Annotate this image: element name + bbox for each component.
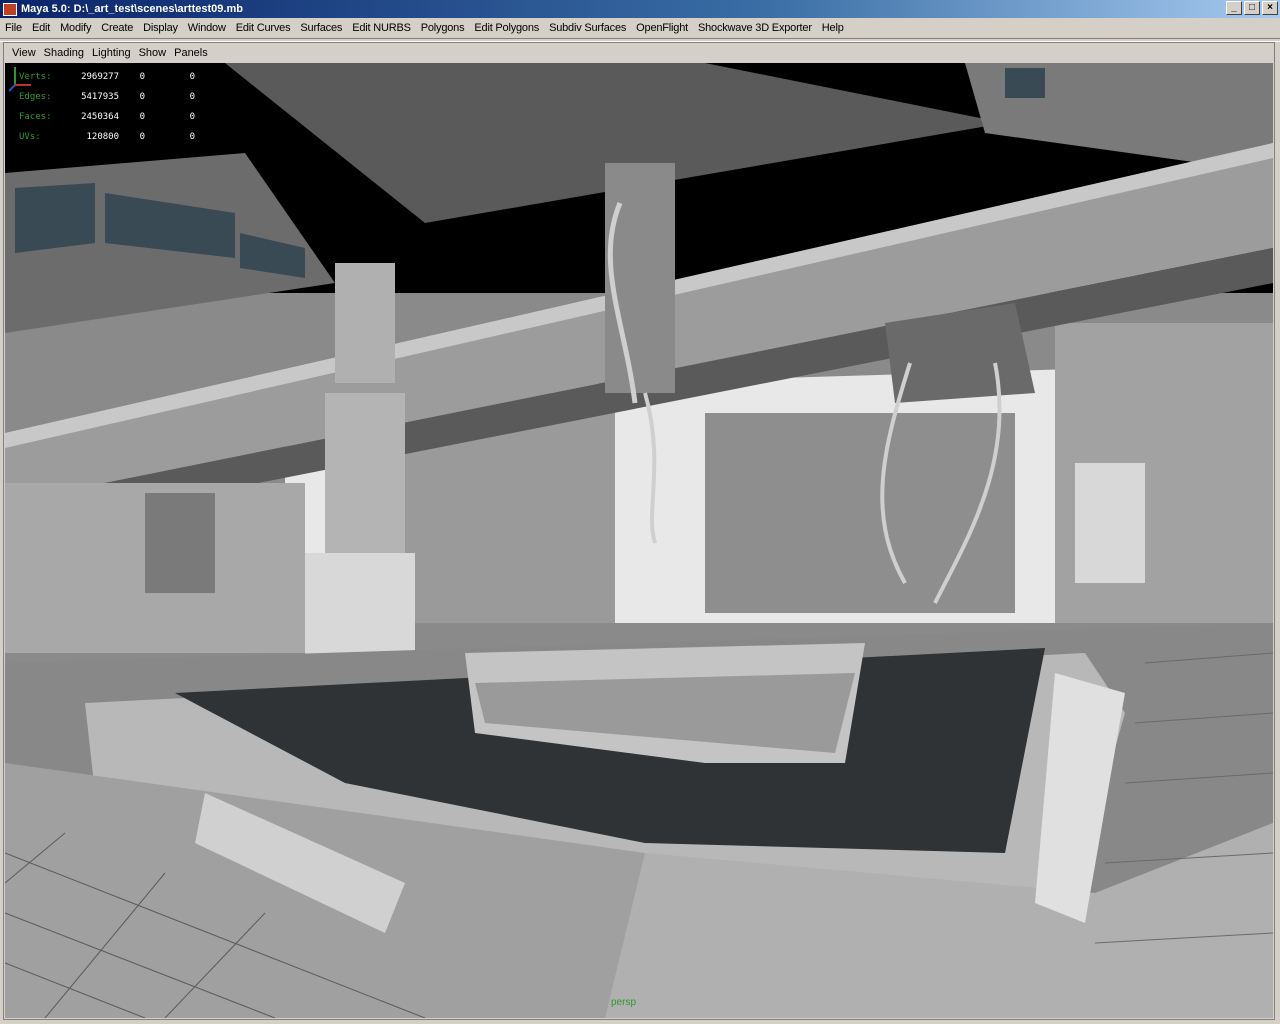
hud-uvs-other: 0 [189, 132, 195, 142]
main-menu-bar: File Edit Modify Create Display Window E… [0, 18, 1280, 38]
hud-edges-selected: 0 [139, 92, 145, 102]
panel-menu-view[interactable]: View [8, 47, 40, 59]
hud-edges-label: Edges: [19, 92, 52, 102]
hud-verts-selected: 0 [139, 72, 145, 82]
hud-uvs-label: UVs: [19, 132, 41, 142]
menu-edit-curves[interactable]: Edit Curves [231, 22, 296, 34]
menu-edit[interactable]: Edit [27, 22, 55, 34]
maximize-button[interactable]: □ [1244, 1, 1260, 15]
camera-name-label: persp [611, 997, 637, 1008]
menu-polygons[interactable]: Polygons [416, 22, 470, 34]
hud-faces-label: Faces: [19, 112, 52, 122]
menu-subdiv-surfaces[interactable]: Subdiv Surfaces [544, 22, 631, 34]
hud-edges-value: 5417935 [81, 92, 119, 102]
hud-row-edges: Edges: 5417935 0 0 [19, 87, 195, 107]
panel-menu-bar: View Shading Lighting Show Panels [4, 43, 1274, 63]
maya-app-icon[interactable] [3, 2, 17, 16]
hud-faces-other: 0 [189, 112, 195, 122]
hud-verts-value: 2969277 [81, 72, 119, 82]
menu-edit-nurbs[interactable]: Edit NURBS [347, 22, 416, 34]
hud-row-faces: Faces: 2450364 0 0 [19, 107, 195, 127]
menu-surfaces[interactable]: Surfaces [295, 22, 347, 34]
panel-menu-shading[interactable]: Shading [40, 47, 88, 59]
view-axis-icon [8, 67, 31, 92]
panel-menu-show[interactable]: Show [135, 47, 171, 59]
hud-uvs-value: 120800 [86, 132, 119, 142]
hud-uvs-selected: 0 [139, 132, 145, 142]
hud-verts-other: 0 [189, 72, 195, 82]
panel-menu-lighting[interactable]: Lighting [88, 47, 135, 59]
menu-edit-polygons[interactable]: Edit Polygons [469, 22, 544, 34]
scene-render [5, 63, 1273, 1018]
menu-shockwave-exporter[interactable]: Shockwave 3D Exporter [693, 22, 817, 34]
hud-edges-other: 0 [189, 92, 195, 102]
menu-window[interactable]: Window [183, 22, 231, 34]
minimize-button[interactable]: _ [1226, 1, 1242, 15]
hud-row-uvs: UVs: 120800 0 0 [19, 127, 195, 147]
poly-count-hud: Verts: 2969277 0 0 Edges: 5417935 0 0 Fa… [19, 67, 195, 147]
menu-create[interactable]: Create [96, 22, 138, 34]
window-title: Maya 5.0: D:\_art_test\scenes\arttest09.… [21, 3, 243, 15]
3d-viewport[interactable]: Verts: 2969277 0 0 Edges: 5417935 0 0 Fa… [5, 63, 1273, 1018]
menu-file[interactable]: File [0, 22, 27, 34]
hud-faces-value: 2450364 [81, 112, 119, 122]
panel-menu-panels[interactable]: Panels [170, 47, 212, 59]
menu-display[interactable]: Display [138, 22, 183, 34]
hud-faces-selected: 0 [139, 112, 145, 122]
menu-modify[interactable]: Modify [55, 22, 96, 34]
hud-row-verts: Verts: 2969277 0 0 [19, 67, 195, 87]
viewport-panel: View Shading Lighting Show Panels Verts:… [3, 42, 1275, 1020]
menu-help[interactable]: Help [817, 22, 849, 34]
title-bar: Maya 5.0: D:\_art_test\scenes\arttest09.… [0, 0, 1280, 18]
menu-openflight[interactable]: OpenFlight [631, 22, 693, 34]
close-button[interactable]: × [1262, 1, 1278, 15]
